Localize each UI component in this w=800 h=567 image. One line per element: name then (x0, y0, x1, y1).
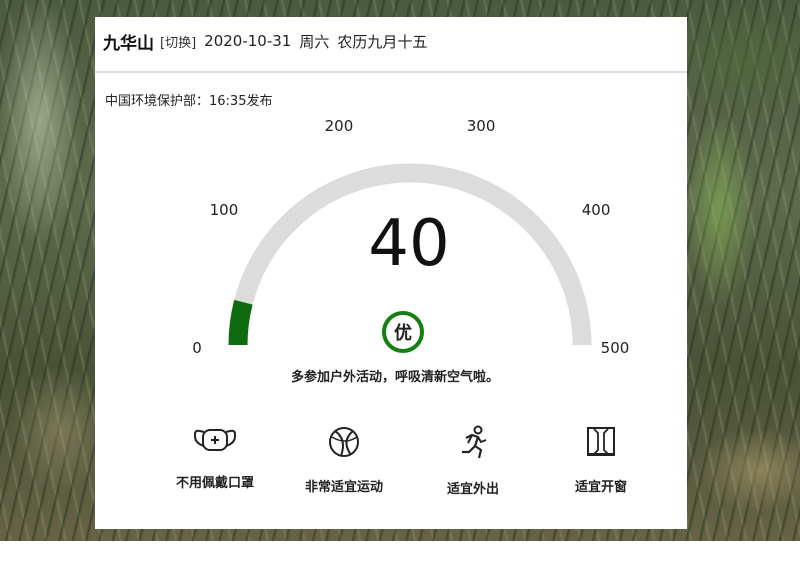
gauge-tick-label: 200 (324, 117, 354, 136)
gauge-tick-label: 400 (581, 200, 611, 219)
tip-label: 适宜开窗 (574, 480, 627, 495)
gauge-tick-label: 100 (209, 200, 239, 219)
tip-outing: 适宜外出 (413, 425, 533, 497)
aqi-value: 40 (368, 207, 450, 281)
tip-mask: 不用佩戴口罩 (155, 425, 275, 491)
running-person-icon (462, 425, 487, 459)
basketball-icon (329, 427, 359, 457)
health-advice: 多参加户外活动，呼吸清新空气啦。 (290, 370, 499, 385)
tip-label: 非常适宜运动 (304, 480, 383, 495)
gauge-tick-label: 500 (600, 339, 630, 357)
window-icon (587, 427, 615, 456)
bottom-strip (0, 541, 800, 567)
tip-label: 适宜外出 (446, 482, 499, 497)
tip-sport: 非常适宜运动 (284, 425, 404, 495)
aqi-level-badge: 优 (382, 311, 424, 353)
tip-window: 适宜开窗 (541, 425, 661, 495)
tips-row: 不用佩戴口罩 非常适宜运动 适宜外出 适宜开窗 (95, 425, 687, 505)
air-quality-card: 九华山 [切换] 2020-10-31 周六 农历九月十五 中国环境保护部：16… (95, 17, 687, 529)
mask-icon (193, 429, 237, 451)
gauge-tick-label: 0 (192, 339, 202, 357)
gauge-tick-label: 300 (466, 117, 496, 136)
gauge-fill (228, 299, 253, 346)
tip-label: 不用佩戴口罩 (175, 476, 254, 491)
